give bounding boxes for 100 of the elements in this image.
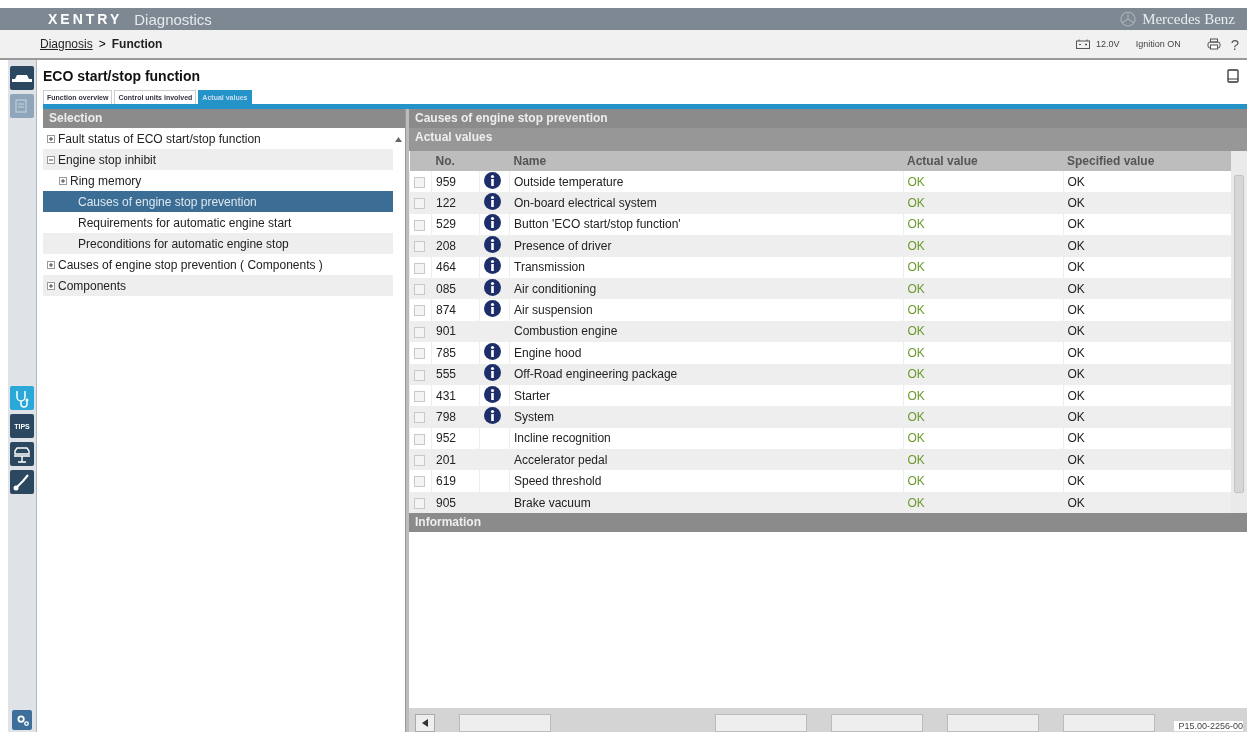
star-logo-icon bbox=[1120, 11, 1137, 27]
car-icon bbox=[12, 74, 32, 82]
expand-icon[interactable] bbox=[47, 260, 55, 269]
table-cell: Air suspension bbox=[509, 299, 903, 321]
checkbox[interactable] bbox=[414, 390, 425, 402]
table-cell: 555 bbox=[431, 363, 480, 385]
toolbar-button[interactable] bbox=[459, 714, 551, 732]
checkbox[interactable] bbox=[414, 476, 425, 488]
section-header: Selection bbox=[43, 109, 405, 128]
left-arrow-icon bbox=[422, 719, 428, 727]
scrollbar[interactable] bbox=[1231, 151, 1247, 514]
expand-icon[interactable] bbox=[59, 176, 67, 185]
table-cell: 122 bbox=[431, 192, 480, 214]
table-cell: OK bbox=[903, 299, 1063, 321]
expand-icon[interactable] bbox=[47, 281, 55, 290]
info-icon[interactable] bbox=[484, 235, 501, 253]
table-cell: OK bbox=[1063, 235, 1231, 257]
table-cell: On-board electrical system bbox=[509, 192, 903, 214]
info-icon[interactable] bbox=[484, 342, 501, 360]
breadcrumb-link[interactable]: Diagnosis bbox=[40, 37, 93, 51]
table-cell: OK bbox=[903, 256, 1063, 278]
table-cell: 901 bbox=[431, 320, 480, 343]
table-cell: OK bbox=[903, 406, 1063, 428]
figure-code: P15.00-2256-00 bbox=[1174, 721, 1243, 731]
column-header: Actual value bbox=[903, 151, 1063, 171]
table-cell: Presence of driver bbox=[509, 235, 903, 257]
checkbox[interactable] bbox=[414, 497, 425, 509]
document-icon[interactable] bbox=[1227, 69, 1239, 83]
voltage-reading: 12.0V bbox=[1096, 39, 1120, 49]
toolbar-button[interactable] bbox=[715, 714, 807, 732]
table-cell: Off-Road engineering package bbox=[509, 363, 903, 385]
table-cell: 201 bbox=[431, 449, 480, 471]
table-cell: OK bbox=[1063, 277, 1231, 300]
breadcrumb-separator: > bbox=[98, 37, 106, 51]
table-cell: OK bbox=[903, 320, 1063, 343]
previous-button[interactable] bbox=[415, 714, 435, 732]
breadcrumb-current: Function bbox=[111, 37, 163, 51]
toolbar-button[interactable] bbox=[1063, 714, 1155, 732]
checkbox[interactable] bbox=[414, 177, 425, 188]
info-icon[interactable] bbox=[484, 385, 501, 403]
checkbox[interactable] bbox=[414, 305, 425, 317]
scroll-up-arrow-icon[interactable] bbox=[395, 137, 402, 142]
tree-item[interactable]: Preconditions for automatic engine stop bbox=[43, 233, 393, 254]
column-header: No. bbox=[431, 151, 480, 171]
section-header: Information bbox=[409, 513, 1247, 533]
checkbox[interactable] bbox=[414, 412, 425, 424]
checkbox[interactable] bbox=[414, 369, 425, 381]
checkbox[interactable] bbox=[414, 455, 425, 467]
table-cell: OK bbox=[903, 491, 1063, 514]
table-cell: Air conditioning bbox=[509, 277, 903, 300]
info-icon[interactable] bbox=[484, 214, 501, 232]
table-cell: OK bbox=[903, 363, 1063, 385]
panel-header: Causes of engine stop prevention bbox=[409, 109, 1247, 128]
tree-item[interactable]: Causes of engine stop prevention bbox=[43, 191, 393, 212]
help-button[interactable]: ? bbox=[1226, 35, 1239, 53]
table-cell: 874 bbox=[431, 299, 480, 321]
checkbox[interactable] bbox=[414, 433, 425, 445]
info-icon[interactable] bbox=[484, 300, 501, 318]
checkbox[interactable] bbox=[414, 348, 425, 360]
table-cell: OK bbox=[903, 342, 1063, 364]
info-icon[interactable] bbox=[484, 278, 501, 296]
table-cell: Combustion engine bbox=[509, 320, 903, 343]
car-lift-button[interactable] bbox=[10, 442, 34, 466]
info-icon[interactable] bbox=[484, 171, 501, 189]
table-cell: OK bbox=[1063, 449, 1231, 471]
brand-name: Mercedes Benz bbox=[1142, 10, 1235, 28]
table-cell: OK bbox=[1063, 320, 1231, 343]
ignition-status: Ignition ON bbox=[1135, 39, 1181, 49]
info-icon[interactable] bbox=[484, 193, 501, 211]
table-cell: 085 bbox=[431, 277, 480, 300]
info-icon[interactable] bbox=[484, 407, 501, 424]
expand-icon[interactable] bbox=[47, 134, 55, 143]
info-icon[interactable] bbox=[484, 257, 501, 275]
car-button[interactable] bbox=[10, 66, 34, 90]
checkbox[interactable] bbox=[414, 219, 425, 231]
table-cell: System bbox=[509, 406, 903, 428]
checkbox[interactable] bbox=[414, 283, 425, 295]
checkbox[interactable] bbox=[414, 262, 425, 274]
table-cell: Transmission bbox=[509, 256, 903, 278]
toolbar-button[interactable] bbox=[947, 714, 1039, 732]
toolbar-button[interactable] bbox=[831, 714, 923, 732]
table-cell: OK bbox=[903, 449, 1063, 471]
checkbox[interactable] bbox=[414, 198, 425, 210]
table-cell: Accelerator pedal bbox=[509, 449, 903, 471]
checkbox[interactable] bbox=[414, 326, 425, 338]
tree-item[interactable]: Components bbox=[43, 275, 393, 296]
info-icon[interactable] bbox=[484, 364, 501, 382]
wrench-button[interactable] bbox=[10, 470, 34, 494]
checkbox[interactable] bbox=[414, 241, 425, 253]
table-cell: OK bbox=[903, 235, 1063, 257]
page-title: ECO start/stop function bbox=[43, 68, 201, 84]
collapse-icon[interactable] bbox=[47, 155, 55, 164]
table-cell: OK bbox=[1063, 491, 1231, 514]
product-name: XENTRY bbox=[48, 11, 123, 27]
table-cell: OK bbox=[903, 192, 1063, 214]
printer-icon[interactable] bbox=[1206, 38, 1221, 50]
table-cell: OK bbox=[903, 470, 1063, 492]
column-header: Name bbox=[509, 151, 903, 171]
stethoscope-button[interactable] bbox=[10, 386, 34, 410]
tree-item[interactable]: Engine stop inhibit bbox=[43, 149, 393, 170]
